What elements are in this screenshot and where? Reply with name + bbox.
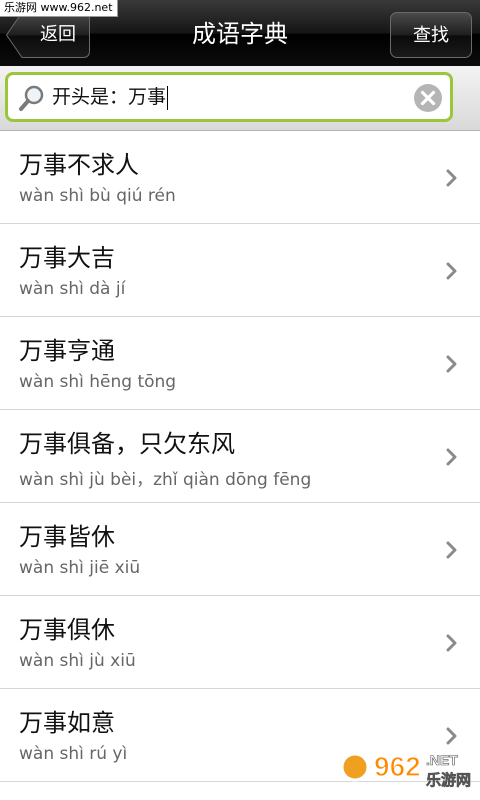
idiom-pinyin: wàn shì dà jí bbox=[19, 279, 126, 299]
idiom-text: 万事不求人 bbox=[19, 151, 139, 179]
idiom-text: 万事俱休 bbox=[19, 616, 115, 644]
back-button[interactable]: 返回 bbox=[6, 12, 90, 58]
idiom-text: 万事俱备，只欠东风 bbox=[19, 430, 235, 458]
list-item[interactable]: 万事俱休 wàn shì jù xiū bbox=[0, 596, 480, 689]
search-button-label: 查找 bbox=[413, 25, 449, 46]
list-item[interactable]: 万事亨通 wàn shì hēng tōng bbox=[0, 317, 480, 410]
chevron-right-icon bbox=[446, 541, 457, 559]
search-button[interactable]: 查找 bbox=[390, 12, 472, 58]
search-input-value: 开头是：万事 bbox=[52, 75, 169, 119]
idiom-pinyin: wàn shì jù bèi，zhǐ qiàn dōng fēng bbox=[19, 470, 312, 490]
idiom-pinyin: wàn shì rú yì bbox=[19, 744, 128, 764]
watermark-top: 乐游网 www.962.net bbox=[0, 0, 118, 17]
text-caret bbox=[167, 85, 169, 110]
idiom-text: 万事大吉 bbox=[19, 244, 115, 272]
list-item[interactable]: 万事皆休 wàn shì jiē xiū bbox=[0, 503, 480, 596]
clear-icon[interactable] bbox=[413, 83, 443, 113]
search-bar: 开头是：万事 bbox=[0, 66, 480, 131]
search-input-text: 开头是：万事 bbox=[52, 86, 167, 108]
list-item[interactable]: 万事俱备，只欠东风 wàn shì jù bèi，zhǐ qiàn dōng f… bbox=[0, 410, 480, 503]
idiom-list: 万事不求人 wàn shì bù qiú rén 万事大吉 wàn shì dà… bbox=[0, 131, 480, 782]
chevron-right-icon bbox=[446, 634, 457, 652]
chevron-right-icon bbox=[446, 262, 457, 280]
list-item[interactable]: 万事大吉 wàn shì dà jí bbox=[0, 224, 480, 317]
chevron-right-icon bbox=[446, 448, 457, 466]
idiom-pinyin: wàn shì jiē xiū bbox=[19, 558, 141, 578]
search-input[interactable]: 开头是：万事 bbox=[5, 72, 453, 122]
chevron-right-icon bbox=[446, 169, 457, 187]
idiom-pinyin: wàn shì hēng tōng bbox=[19, 372, 177, 392]
idiom-text: 万事如意 bbox=[19, 709, 115, 737]
idiom-text: 万事亨通 bbox=[19, 337, 115, 365]
idiom-text: 万事皆休 bbox=[19, 523, 115, 551]
watermark-logo: 962 .NET 乐游网 bbox=[338, 743, 474, 796]
back-button-label: 返回 bbox=[40, 24, 76, 45]
watermark-logo-name: 乐游网 bbox=[426, 771, 471, 789]
watermark-logo-number: 962 bbox=[374, 751, 421, 782]
list-item[interactable]: 万事不求人 wàn shì bù qiú rén bbox=[0, 131, 480, 224]
watermark-logo-domain: .NET bbox=[426, 752, 458, 768]
magnifier-icon bbox=[19, 85, 44, 111]
watermark-logo-icon: 962 .NET 乐游网 bbox=[340, 750, 471, 789]
idiom-pinyin: wàn shì bù qiú rén bbox=[19, 186, 176, 206]
idiom-pinyin: wàn shì jù xiū bbox=[19, 651, 136, 671]
chevron-right-icon bbox=[446, 355, 457, 373]
